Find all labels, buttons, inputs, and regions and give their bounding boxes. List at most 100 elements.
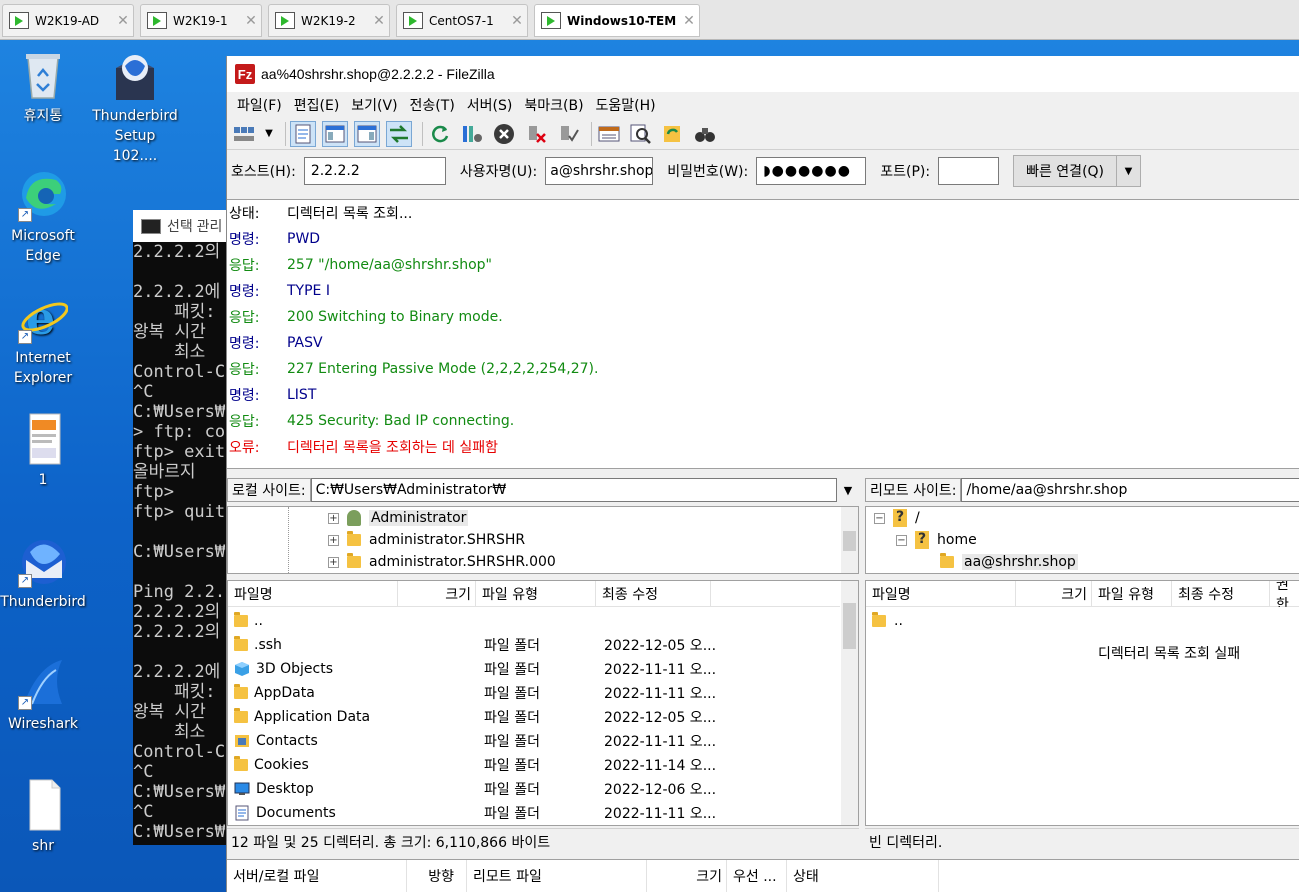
- close-icon[interactable]: ✕: [241, 13, 261, 29]
- vm-tab-w2k19-1[interactable]: W2K19-1 ✕: [140, 4, 262, 37]
- desktop-icon-recycle-bin[interactable]: 휴지통: [0, 48, 86, 126]
- queue-col-remote[interactable]: 리모트 파일: [467, 859, 647, 892]
- column-size[interactable]: 크기: [398, 581, 476, 607]
- local-file-list[interactable]: 파일명 크기 파일 유형 최종 수정 .. .ssh 파일 폴더 2022-12-05…: [227, 580, 859, 826]
- close-icon[interactable]: ✕: [507, 13, 527, 29]
- queue-col-size[interactable]: 크기: [647, 859, 727, 892]
- list-item[interactable]: ..: [866, 609, 1114, 633]
- column-type[interactable]: 파일 유형: [476, 581, 596, 607]
- port-input[interactable]: [938, 157, 1000, 185]
- menu-help[interactable]: 도움말(H): [590, 95, 662, 115]
- local-list-scrollbar[interactable]: [841, 581, 858, 825]
- toggle-log-icon[interactable]: [290, 120, 316, 147]
- menu-transfer[interactable]: 전송(T): [404, 95, 461, 115]
- table-row[interactable]: AppData 파일 폴더 2022-11-11 오...: [228, 681, 716, 705]
- close-icon[interactable]: ✕: [679, 13, 699, 29]
- column-modified[interactable]: 최종 수정: [596, 581, 711, 607]
- sync-browse-icon[interactable]: [660, 121, 686, 147]
- remote-tree[interactable]: − ? / − ? home aa@shrshr.shop: [865, 506, 1299, 574]
- desktop-icon-thunderbird-setup[interactable]: Thunderbird Setup 102....: [92, 48, 178, 166]
- column-type[interactable]: 파일 유형: [1092, 581, 1172, 607]
- process-queue-icon[interactable]: [459, 121, 485, 147]
- vm-tab-windows10-tem[interactable]: Windows10-TEM ✕: [534, 4, 700, 37]
- column-modified[interactable]: 최종 수정: [1172, 581, 1270, 607]
- column-permissions[interactable]: 권한: [1270, 581, 1299, 607]
- site-manager-dropdown-icon[interactable]: ▼: [263, 121, 275, 147]
- disconnect-icon[interactable]: [523, 121, 549, 147]
- table-row[interactable]: ..: [228, 609, 711, 633]
- column-filename[interactable]: 파일명: [228, 581, 398, 607]
- desktop-icon-file-1[interactable]: 1: [0, 412, 86, 490]
- quickconnect-button[interactable]: 빠른 연결(Q): [1013, 155, 1118, 187]
- console-line: C:₩Users₩: [133, 402, 226, 422]
- table-row[interactable]: .ssh 파일 폴더 2022-12-05 오...: [228, 633, 716, 657]
- menu-view[interactable]: 보기(V): [345, 95, 403, 115]
- queue-col-direction[interactable]: 방향: [407, 859, 467, 892]
- queue-col-priority[interactable]: 우선 ...: [727, 859, 787, 892]
- collapse-icon[interactable]: −: [874, 512, 885, 524]
- console-line: ^C: [133, 802, 154, 822]
- tree-item-user-dir[interactable]: aa@shrshr.shop: [940, 551, 1078, 573]
- column-filename[interactable]: 파일명: [866, 581, 1016, 607]
- window-titlebar[interactable]: Fz aa%40shrshr.shop@2.2.2.2 - FileZilla: [227, 56, 1299, 92]
- remote-file-list[interactable]: 파일명 크기 파일 유형 최종 수정 권한 .. 디렉터리 목록 조회 실패: [865, 580, 1299, 826]
- console-window[interactable]: 선택 관리 2.2.2.2의 2.2.2.2에 패킷: 왕복 시간 최소 Contro…: [133, 210, 233, 845]
- tree-item-administrator-shrshr[interactable]: + administrator.SHRSHR: [328, 529, 525, 551]
- reconnect-icon[interactable]: [555, 121, 581, 147]
- username-input[interactable]: a@shrshr.shop: [545, 157, 654, 185]
- console-icon: [141, 218, 161, 234]
- tree-item-root[interactable]: − ? /: [874, 507, 920, 529]
- table-row[interactable]: 3D Objects 파일 폴더 2022-11-11 오...: [228, 657, 716, 681]
- message-log[interactable]: 상태: 디렉터리 목록 조회... 명령: PWD 응답: 257 "/home/aa@s…: [227, 199, 1299, 469]
- binoculars-icon[interactable]: [692, 121, 718, 147]
- table-row[interactable]: Cookies 파일 폴더 2022-11-14 오...: [228, 753, 716, 777]
- menu-edit[interactable]: 편집(E): [288, 95, 346, 115]
- cancel-operation-icon[interactable]: [491, 121, 517, 147]
- table-row[interactable]: Documents 파일 폴더 2022-11-11 오...: [228, 801, 716, 825]
- vm-tab-centos7-1[interactable]: CentOS7-1 ✕: [396, 4, 528, 37]
- local-path-dropdown-icon[interactable]: ▼: [837, 484, 859, 497]
- queue-col-local[interactable]: 서버/로컬 파일: [227, 859, 407, 892]
- tree-item-home[interactable]: − ? home: [896, 529, 977, 551]
- column-size[interactable]: 크기: [1016, 581, 1092, 607]
- desktop-icon-wireshark[interactable]: ↗ Wireshark: [0, 656, 86, 734]
- expand-icon[interactable]: +: [328, 512, 339, 524]
- local-tree-scrollbar[interactable]: [841, 507, 858, 573]
- table-row[interactable]: Desktop 파일 폴더 2022-12-06 오...: [228, 777, 716, 801]
- vm-tab-w2k19-ad[interactable]: W2K19-AD ✕: [2, 4, 134, 37]
- close-icon[interactable]: ✕: [369, 13, 389, 29]
- toggle-local-tree-icon[interactable]: [322, 120, 348, 147]
- menu-file[interactable]: 파일(F): [231, 95, 288, 115]
- refresh-icon[interactable]: [427, 121, 453, 147]
- site-manager-icon[interactable]: [231, 121, 257, 147]
- toggle-queue-icon[interactable]: [386, 120, 412, 147]
- desktop-icon-shr[interactable]: shr: [0, 778, 86, 856]
- local-tree[interactable]: + Administrator + administrator.SHRSHR +…: [227, 506, 859, 574]
- password-input[interactable]: ◗●●●●●●: [756, 157, 867, 185]
- search-icon[interactable]: [628, 121, 654, 147]
- directory-filter-icon[interactable]: [596, 121, 622, 147]
- local-path-input[interactable]: C:₩Users₩Administrator₩: [310, 478, 837, 502]
- expand-icon[interactable]: +: [328, 534, 339, 546]
- table-row[interactable]: Application Data 파일 폴더 2022-12-05 오...: [228, 705, 716, 729]
- collapse-icon[interactable]: −: [896, 534, 907, 546]
- host-input[interactable]: 2.2.2.2: [303, 157, 446, 185]
- close-icon[interactable]: ✕: [113, 13, 133, 29]
- queue-col-status[interactable]: 상태: [787, 859, 939, 892]
- desktop-icon-edge[interactable]: ↗ Microsoft Edge: [0, 168, 86, 266]
- remote-path-input[interactable]: /home/aa@shrshr.shop: [961, 478, 1299, 502]
- quickconnect-dropdown-icon[interactable]: ▼: [1117, 155, 1142, 187]
- desktop-icon-internet-explorer[interactable]: e ↗ Internet Explorer: [0, 290, 86, 388]
- console-titlebar[interactable]: 선택 관리: [133, 210, 233, 242]
- tree-item-administrator-shrshr-000[interactable]: + administrator.SHRSHR.000: [328, 551, 556, 573]
- toggle-remote-tree-icon[interactable]: [354, 120, 380, 147]
- expand-icon[interactable]: +: [328, 556, 339, 568]
- console-line: ^C: [133, 762, 154, 782]
- log-kind: 응답:: [229, 258, 260, 274]
- desktop-icon-thunderbird[interactable]: ↗ Thunderbird: [0, 534, 86, 612]
- vm-tab-w2k19-2[interactable]: W2K19-2 ✕: [268, 4, 390, 37]
- tree-item-administrator[interactable]: + Administrator: [328, 507, 469, 529]
- menu-bookmarks[interactable]: 북마크(B): [518, 95, 589, 115]
- menu-server[interactable]: 서버(S): [461, 95, 519, 115]
- table-row[interactable]: Contacts 파일 폴더 2022-11-11 오...: [228, 729, 716, 753]
